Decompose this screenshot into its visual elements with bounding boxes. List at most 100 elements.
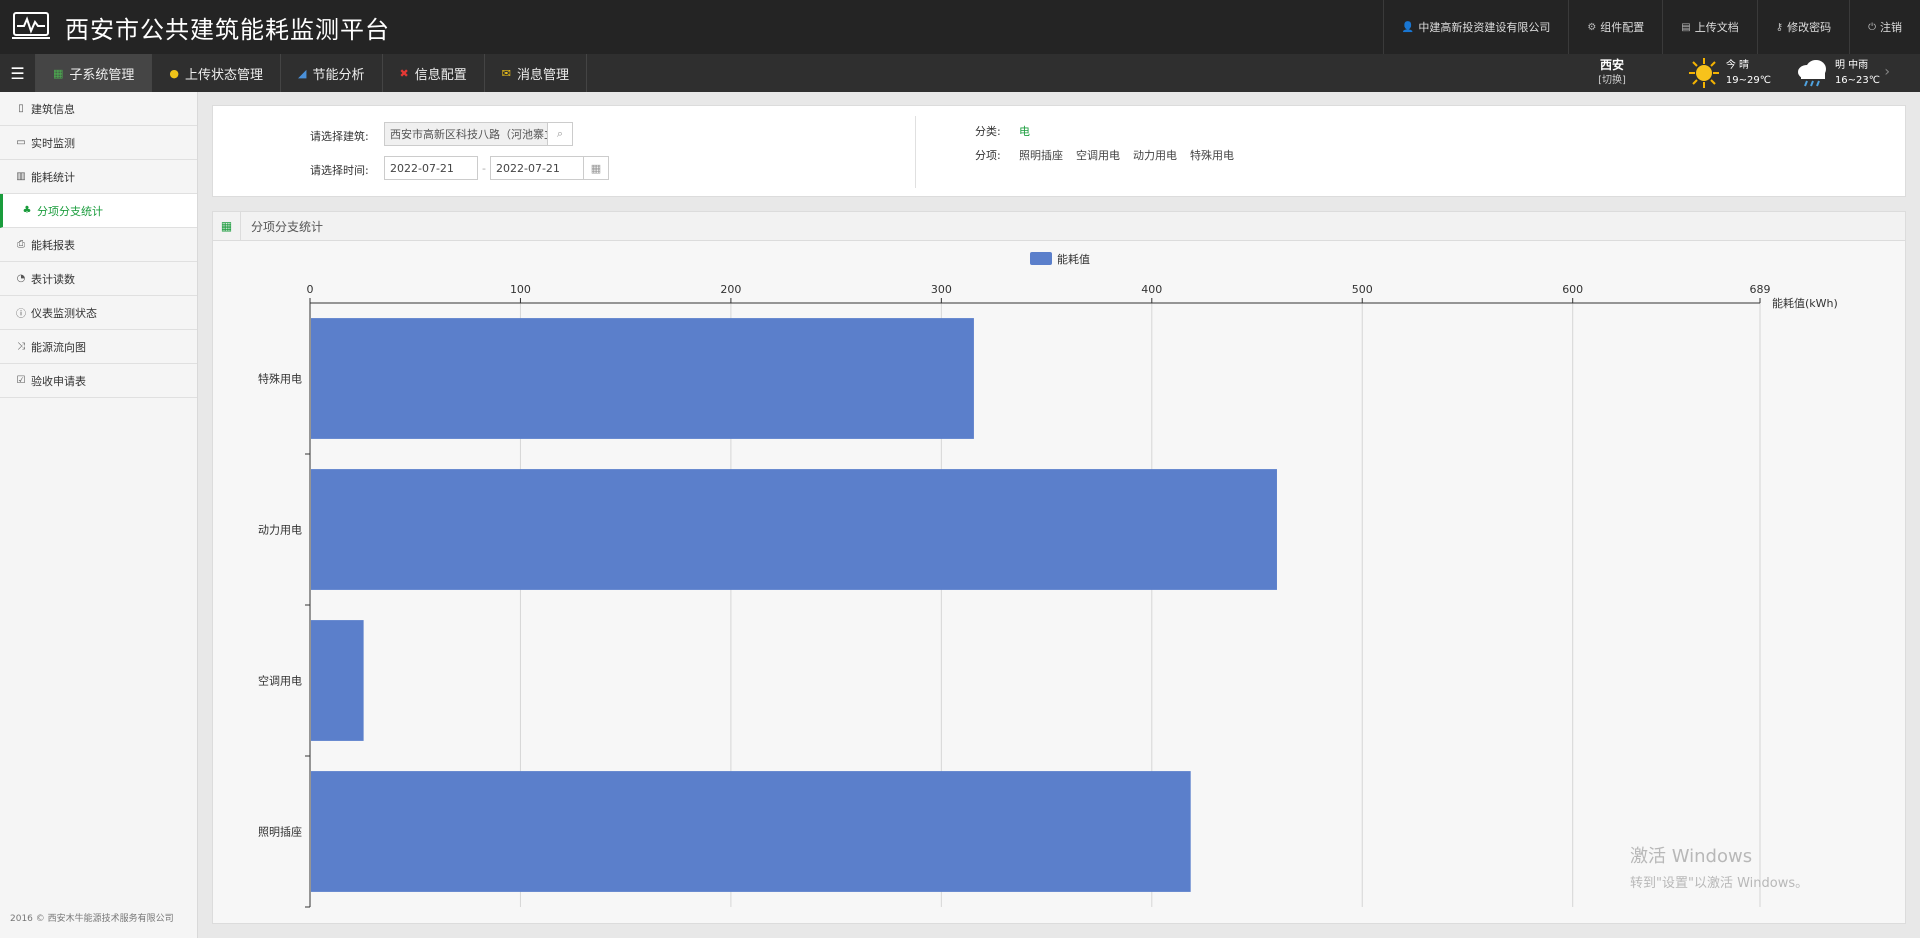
sidebar-item-meter-status[interactable]: ⓘ 仪表监测状态 xyxy=(0,296,197,330)
logout-link[interactable]: ⏻ 注销 xyxy=(1849,0,1920,54)
filter-panel: 请选择建筑: 西安市高新区科技八路（河池寨立交-高新 ⌕ 请选择时间: 2022… xyxy=(212,105,1906,197)
search-icon[interactable]: ⌕ xyxy=(547,122,573,146)
x-tick-label: 689 xyxy=(1750,283,1771,296)
windows-watermark: 激活 Windows 转到"设置"以激活 Windows。 xyxy=(1630,842,1808,891)
today-range: 19~29℃ xyxy=(1725,75,1771,86)
building-icon: ▯ xyxy=(18,103,24,114)
tab-energy-analysis[interactable]: ◢ 节能分析 xyxy=(281,54,383,92)
sidebar-item-energy-flow[interactable]: ⤨ 能源流向图 xyxy=(0,330,197,364)
close-circle-icon: ✖ xyxy=(399,66,409,80)
envelope-icon: ✉ xyxy=(501,66,511,80)
component-config-link[interactable]: ⚙ 组件配置 xyxy=(1568,0,1662,54)
sidebar-item-label: 实时监测 xyxy=(31,136,75,150)
tomorrow-range: 16~23℃ xyxy=(1834,75,1880,86)
subitem-lighting[interactable]: 照明插座 xyxy=(1019,147,1063,163)
company-label: 中建高新投资建设有限公司 xyxy=(1418,21,1551,34)
sidebar-item-building-info[interactable]: ▯ 建筑信息 xyxy=(0,92,197,126)
tomorrow-label: 明 中雨 xyxy=(1834,60,1869,71)
weather-tomorrow: 明 中雨 16~23℃ xyxy=(1795,57,1880,89)
check-square-icon: ☑ xyxy=(16,375,26,386)
legend-swatch xyxy=(1030,252,1052,265)
change-password-link[interactable]: ⚷ 修改密码 xyxy=(1756,0,1849,54)
tab-label: 上传状态管理 xyxy=(185,67,264,83)
city-name: 西安 xyxy=(1599,58,1624,72)
tab-info-config[interactable]: ✖ 信息配置 xyxy=(383,54,485,92)
key-icon: ⚷ xyxy=(1775,21,1784,33)
y-category-label: 照明插座 xyxy=(258,825,302,839)
main-nav: ☰ ▦ 子系统管理 ● 上传状态管理 ◢ 节能分析 ✖ 信息配置 ✉ 消息管理 西安 [切… xyxy=(0,54,1920,92)
tab-label: 节能分析 xyxy=(312,67,365,83)
info-circle-icon: ● xyxy=(169,66,180,80)
y-category-label: 动力用电 xyxy=(258,524,302,537)
subitem-special[interactable]: 特殊用电 xyxy=(1190,147,1234,163)
sidebar-item-energy-report[interactable]: ⎙ 能耗报表 xyxy=(0,228,197,262)
today-label: 今 晴 xyxy=(1725,60,1750,71)
weather-widget: 西安 [切换] 今 晴 19~29℃ 明 中雨 16~23℃ xyxy=(1598,54,1880,92)
city-switcher[interactable]: 西安 [切换] xyxy=(1598,58,1626,88)
chart-panel: ▦ 分项分支统计 0 100 200 300 400 500 600 689 能耗值(kWh) 特… xyxy=(212,211,1906,924)
sidebar-item-label: 能耗报表 xyxy=(31,238,75,252)
subitem-hvac[interactable]: 空调用电 xyxy=(1076,147,1120,163)
building-select[interactable]: 西安市高新区科技八路（河池寨立交-高新 xyxy=(384,122,548,146)
chevron-right-icon[interactable]: › xyxy=(1884,64,1890,80)
date-from-input[interactable]: 2022-07-21 xyxy=(384,156,478,180)
chart-panel-header: ▦ 分项分支统计 xyxy=(213,212,1905,241)
category-label: 分类: xyxy=(975,125,1001,138)
sidebar: ▯ 建筑信息 ▭ 实时监测 ▥ 能耗统计 ♣ 分项分支统计 ⎙ 能耗报表 ◔ 表计读数 ⓘ 仪… xyxy=(0,92,198,938)
bar xyxy=(311,318,974,439)
calendar-icon[interactable]: ▦ xyxy=(583,156,609,180)
x-tick-label: 200 xyxy=(720,283,741,296)
tab-upload-status[interactable]: ● 上传状态管理 xyxy=(152,54,282,92)
sidebar-item-label: 验收申请表 xyxy=(31,374,86,388)
menu-toggle-icon[interactable]: ☰ xyxy=(0,54,36,92)
divider xyxy=(915,116,916,188)
tab-label: 子系统管理 xyxy=(69,67,135,83)
category-value[interactable]: 电 xyxy=(1019,123,1030,139)
tab-label: 信息配置 xyxy=(414,67,467,83)
top-header: 西安市公共建筑能耗监测平台 👤 中建高新投资建设有限公司 ⚙ 组件配置 ▤ 上传文档 … xyxy=(0,0,1920,54)
watermark-line1: 激活 Windows xyxy=(1630,846,1753,867)
user-icon: 👤 xyxy=(1401,21,1415,33)
building-label: 请选择建筑: xyxy=(310,130,369,143)
app-title: 西安市公共建筑能耗监测平台 xyxy=(65,16,390,44)
sidebar-item-label: 能耗统计 xyxy=(31,170,75,184)
sidebar-item-acceptance[interactable]: ☑ 验收申请表 xyxy=(0,364,197,398)
x-tick-label: 0 xyxy=(307,283,314,296)
bar-chart-icon: ▥ xyxy=(16,171,26,182)
sidebar-item-label: 表计读数 xyxy=(31,272,75,286)
y-category-label: 特殊用电 xyxy=(258,372,302,386)
weather-today: 今 晴 19~29℃ xyxy=(1688,57,1771,89)
sidebar-item-label: 分项分支统计 xyxy=(37,204,103,218)
bar xyxy=(311,771,1191,892)
city-switch-link[interactable]: [切换] xyxy=(1598,73,1626,88)
x-tick-label: 300 xyxy=(931,283,952,296)
signal-icon: ◢ xyxy=(298,66,307,80)
dashboard-icon: ◔ xyxy=(16,273,26,284)
random-icon: ⤨ xyxy=(17,341,25,352)
component-config-label: 组件配置 xyxy=(1600,21,1645,34)
tab-subsystem[interactable]: ▦ 子系统管理 xyxy=(36,54,153,92)
x-tick-label: 600 xyxy=(1562,283,1583,296)
date-to-input[interactable]: 2022-07-21 xyxy=(490,156,584,180)
time-label: 请选择时间: xyxy=(310,164,369,177)
change-password-label: 修改密码 xyxy=(1787,21,1832,34)
sidebar-item-realtime[interactable]: ▭ 实时监测 xyxy=(0,126,197,160)
subitem-label: 分项: xyxy=(975,149,1001,162)
upload-doc-link[interactable]: ▤ 上传文档 xyxy=(1662,0,1756,54)
legend-label: 能耗值 xyxy=(1057,252,1090,266)
sidebar-item-branch-stats[interactable]: ♣ 分项分支统计 xyxy=(0,194,197,228)
tab-message[interactable]: ✉ 消息管理 xyxy=(485,54,587,92)
date-separator: - xyxy=(482,162,486,175)
y-category-label: 空调用电 xyxy=(258,674,302,688)
tab-label: 消息管理 xyxy=(516,67,569,83)
x-axis-label: 能耗值(kWh) xyxy=(1772,296,1838,310)
x-tick-label: 500 xyxy=(1352,283,1373,296)
subitem-power[interactable]: 动力用电 xyxy=(1133,147,1177,163)
sidebar-item-energy-stats[interactable]: ▥ 能耗统计 xyxy=(0,160,197,194)
sidebar-item-label: 仪表监测状态 xyxy=(31,306,97,320)
print-icon: ⎙ xyxy=(17,239,25,250)
company-link[interactable]: 👤 中建高新投资建设有限公司 xyxy=(1382,0,1568,54)
sidebar-item-meter-reading[interactable]: ◔ 表计读数 xyxy=(0,262,197,296)
book-icon: ▤ xyxy=(1681,21,1691,33)
x-tick-label: 400 xyxy=(1141,283,1162,296)
